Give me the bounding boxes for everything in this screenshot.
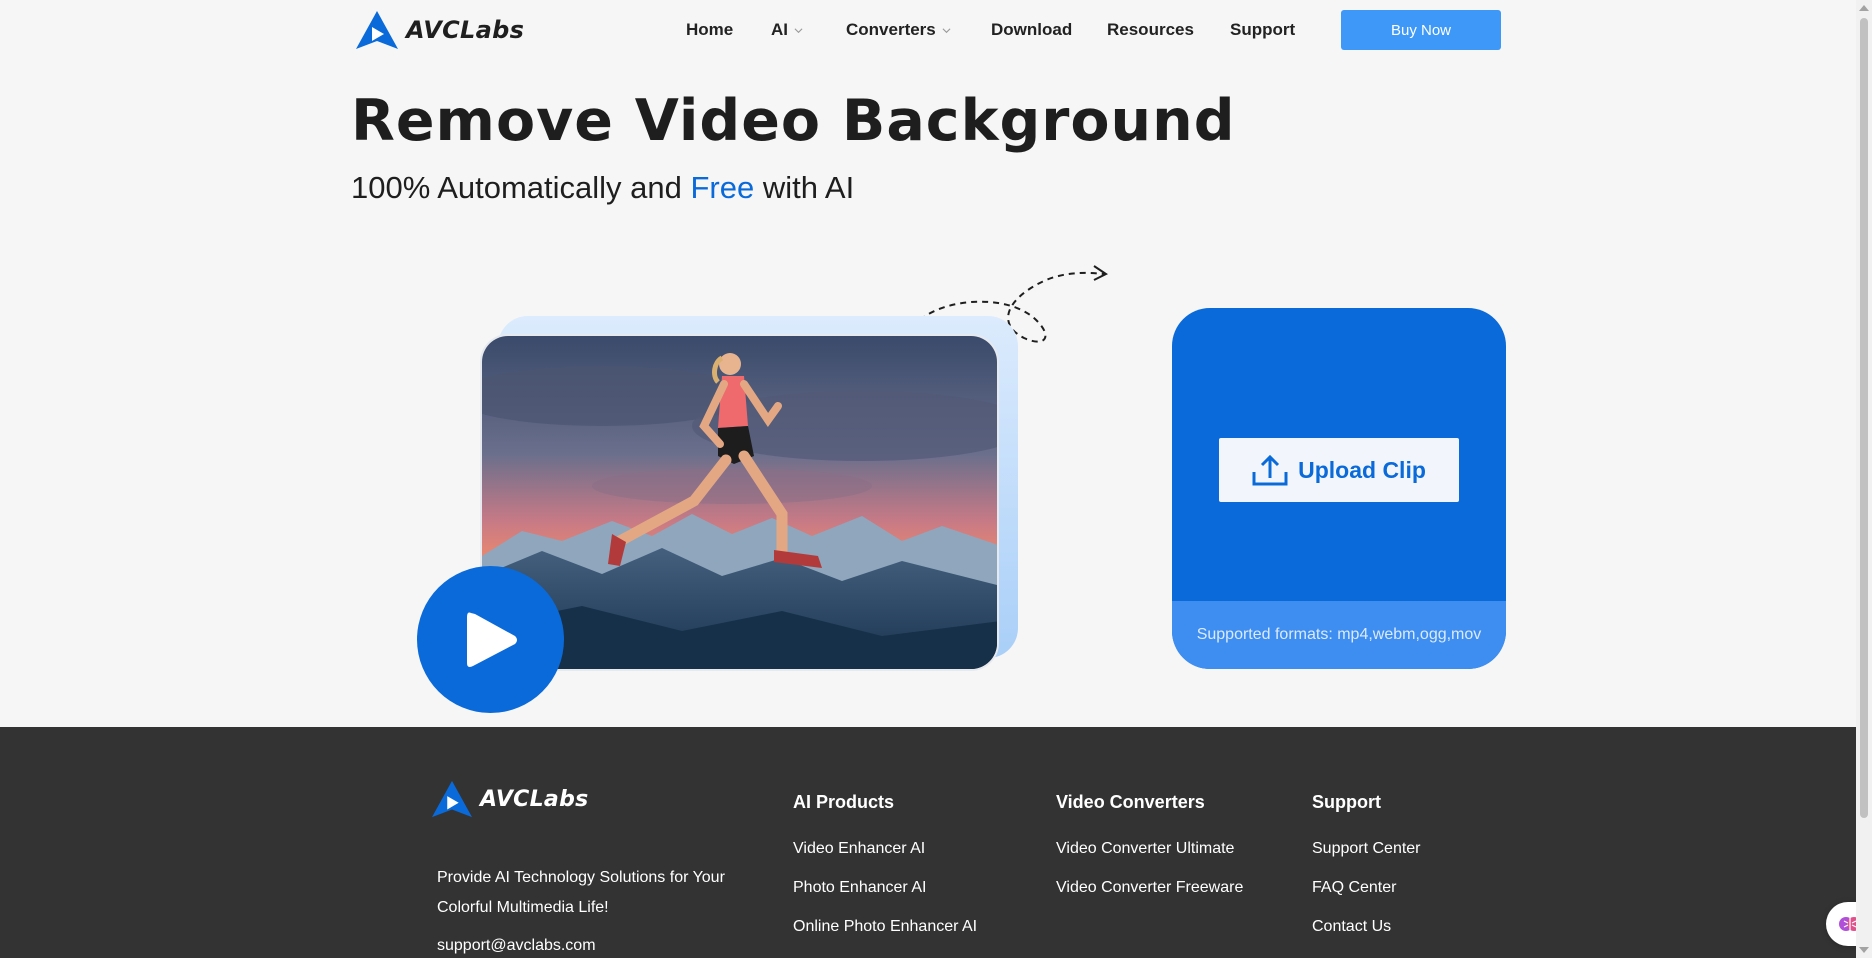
site-header: AVCLabs Home AI Converters Download Reso… — [0, 0, 1856, 60]
upload-clip-label: Upload Clip — [1298, 456, 1426, 483]
scroll-up-arrow[interactable] — [1859, 5, 1869, 11]
scroll-thumb[interactable] — [1860, 18, 1868, 818]
footer-col-video-converters: Video Converters Video Converter Ultimat… — [1056, 792, 1243, 918]
footer-col-title: Video Converters — [1056, 792, 1205, 812]
page-title: Remove Video Background — [351, 88, 1236, 154]
footer-col-title: AI Products — [793, 792, 895, 812]
footer-link-online-photo-enhancer-ai[interactable]: Online Photo Enhancer AI — [793, 918, 977, 936]
nav-resources-label: Resources — [1107, 20, 1194, 39]
hero-subtitle: 100% Automatically and Free with AI — [351, 170, 854, 206]
buy-now-button[interactable]: Buy Now — [1341, 10, 1501, 50]
site-footer: AVCLabs Provide AI Technology Solutions … — [0, 727, 1856, 958]
subtitle-accent: Free — [690, 170, 755, 205]
footer-tagline: Provide AI Technology Solutions for Your… — [437, 869, 725, 916]
footer-link-video-enhancer-ai[interactable]: Video Enhancer AI — [793, 840, 977, 858]
nav-converters[interactable]: Converters — [846, 20, 951, 40]
footer-col-ai-products: AI Products Video Enhancer AI Photo Enha… — [793, 792, 977, 957]
chevron-down-icon — [794, 27, 803, 33]
play-video-button[interactable] — [417, 566, 564, 713]
footer-link-photo-enhancer-ai[interactable]: Photo Enhancer AI — [793, 879, 977, 897]
supported-formats-text: Supported formats: mp4,webm,ogg,mov — [1196, 626, 1482, 643]
footer-link-video-converter-ultimate[interactable]: Video Converter Ultimate — [1056, 840, 1243, 858]
scroll-down-arrow[interactable] — [1859, 947, 1869, 953]
footer-link-support-center[interactable]: Support Center — [1312, 840, 1421, 858]
upload-clip-button[interactable]: Upload Clip — [1219, 438, 1459, 502]
nav-home[interactable]: Home — [686, 20, 733, 40]
footer-link-faq-center[interactable]: FAQ Center — [1312, 879, 1421, 897]
nav-download[interactable]: Download — [991, 20, 1072, 40]
avclabs-logo-icon — [356, 11, 398, 49]
footer-link-contact-us[interactable]: Contact Us — [1312, 918, 1421, 936]
supported-formats-bar: Supported formats: mp4,webm,ogg,mov — [1172, 601, 1506, 669]
nav-download-label: Download — [991, 20, 1073, 39]
nav-converters-label: Converters — [846, 20, 936, 39]
footer-brand-name: AVCLabs — [480, 786, 589, 812]
subtitle-text: 100% Automatically and — [351, 170, 691, 205]
chevron-down-icon — [942, 27, 951, 33]
avclabs-logo-icon — [432, 780, 472, 818]
footer-link-video-converter-freeware[interactable]: Video Converter Freeware — [1056, 879, 1243, 897]
nav-support[interactable]: Support — [1230, 20, 1295, 40]
upload-panel: Upload Clip Supported formats: mp4,webm,… — [1172, 308, 1506, 669]
nav-home-label: Home — [686, 20, 734, 39]
upload-icon — [1252, 454, 1288, 486]
footer-col-support: Support Support Center FAQ Center Contac… — [1312, 792, 1421, 957]
subtitle-text-end: with AI — [754, 170, 855, 205]
header-logo[interactable]: AVCLabs — [354, 9, 524, 51]
support-email-link[interactable]: support@avclabs.com — [437, 937, 596, 955]
nav-resources[interactable]: Resources — [1107, 20, 1194, 40]
page-scrollbar[interactable] — [1856, 0, 1872, 958]
nav-ai[interactable]: AI — [771, 20, 803, 40]
footer-col-title: Support — [1312, 792, 1381, 812]
nav-ai-label: AI — [771, 20, 788, 39]
nav-support-label: Support — [1230, 20, 1296, 39]
play-icon — [466, 612, 517, 667]
footer-logo[interactable]: AVCLabs — [430, 779, 589, 819]
brand-name: AVCLabs — [406, 16, 525, 44]
